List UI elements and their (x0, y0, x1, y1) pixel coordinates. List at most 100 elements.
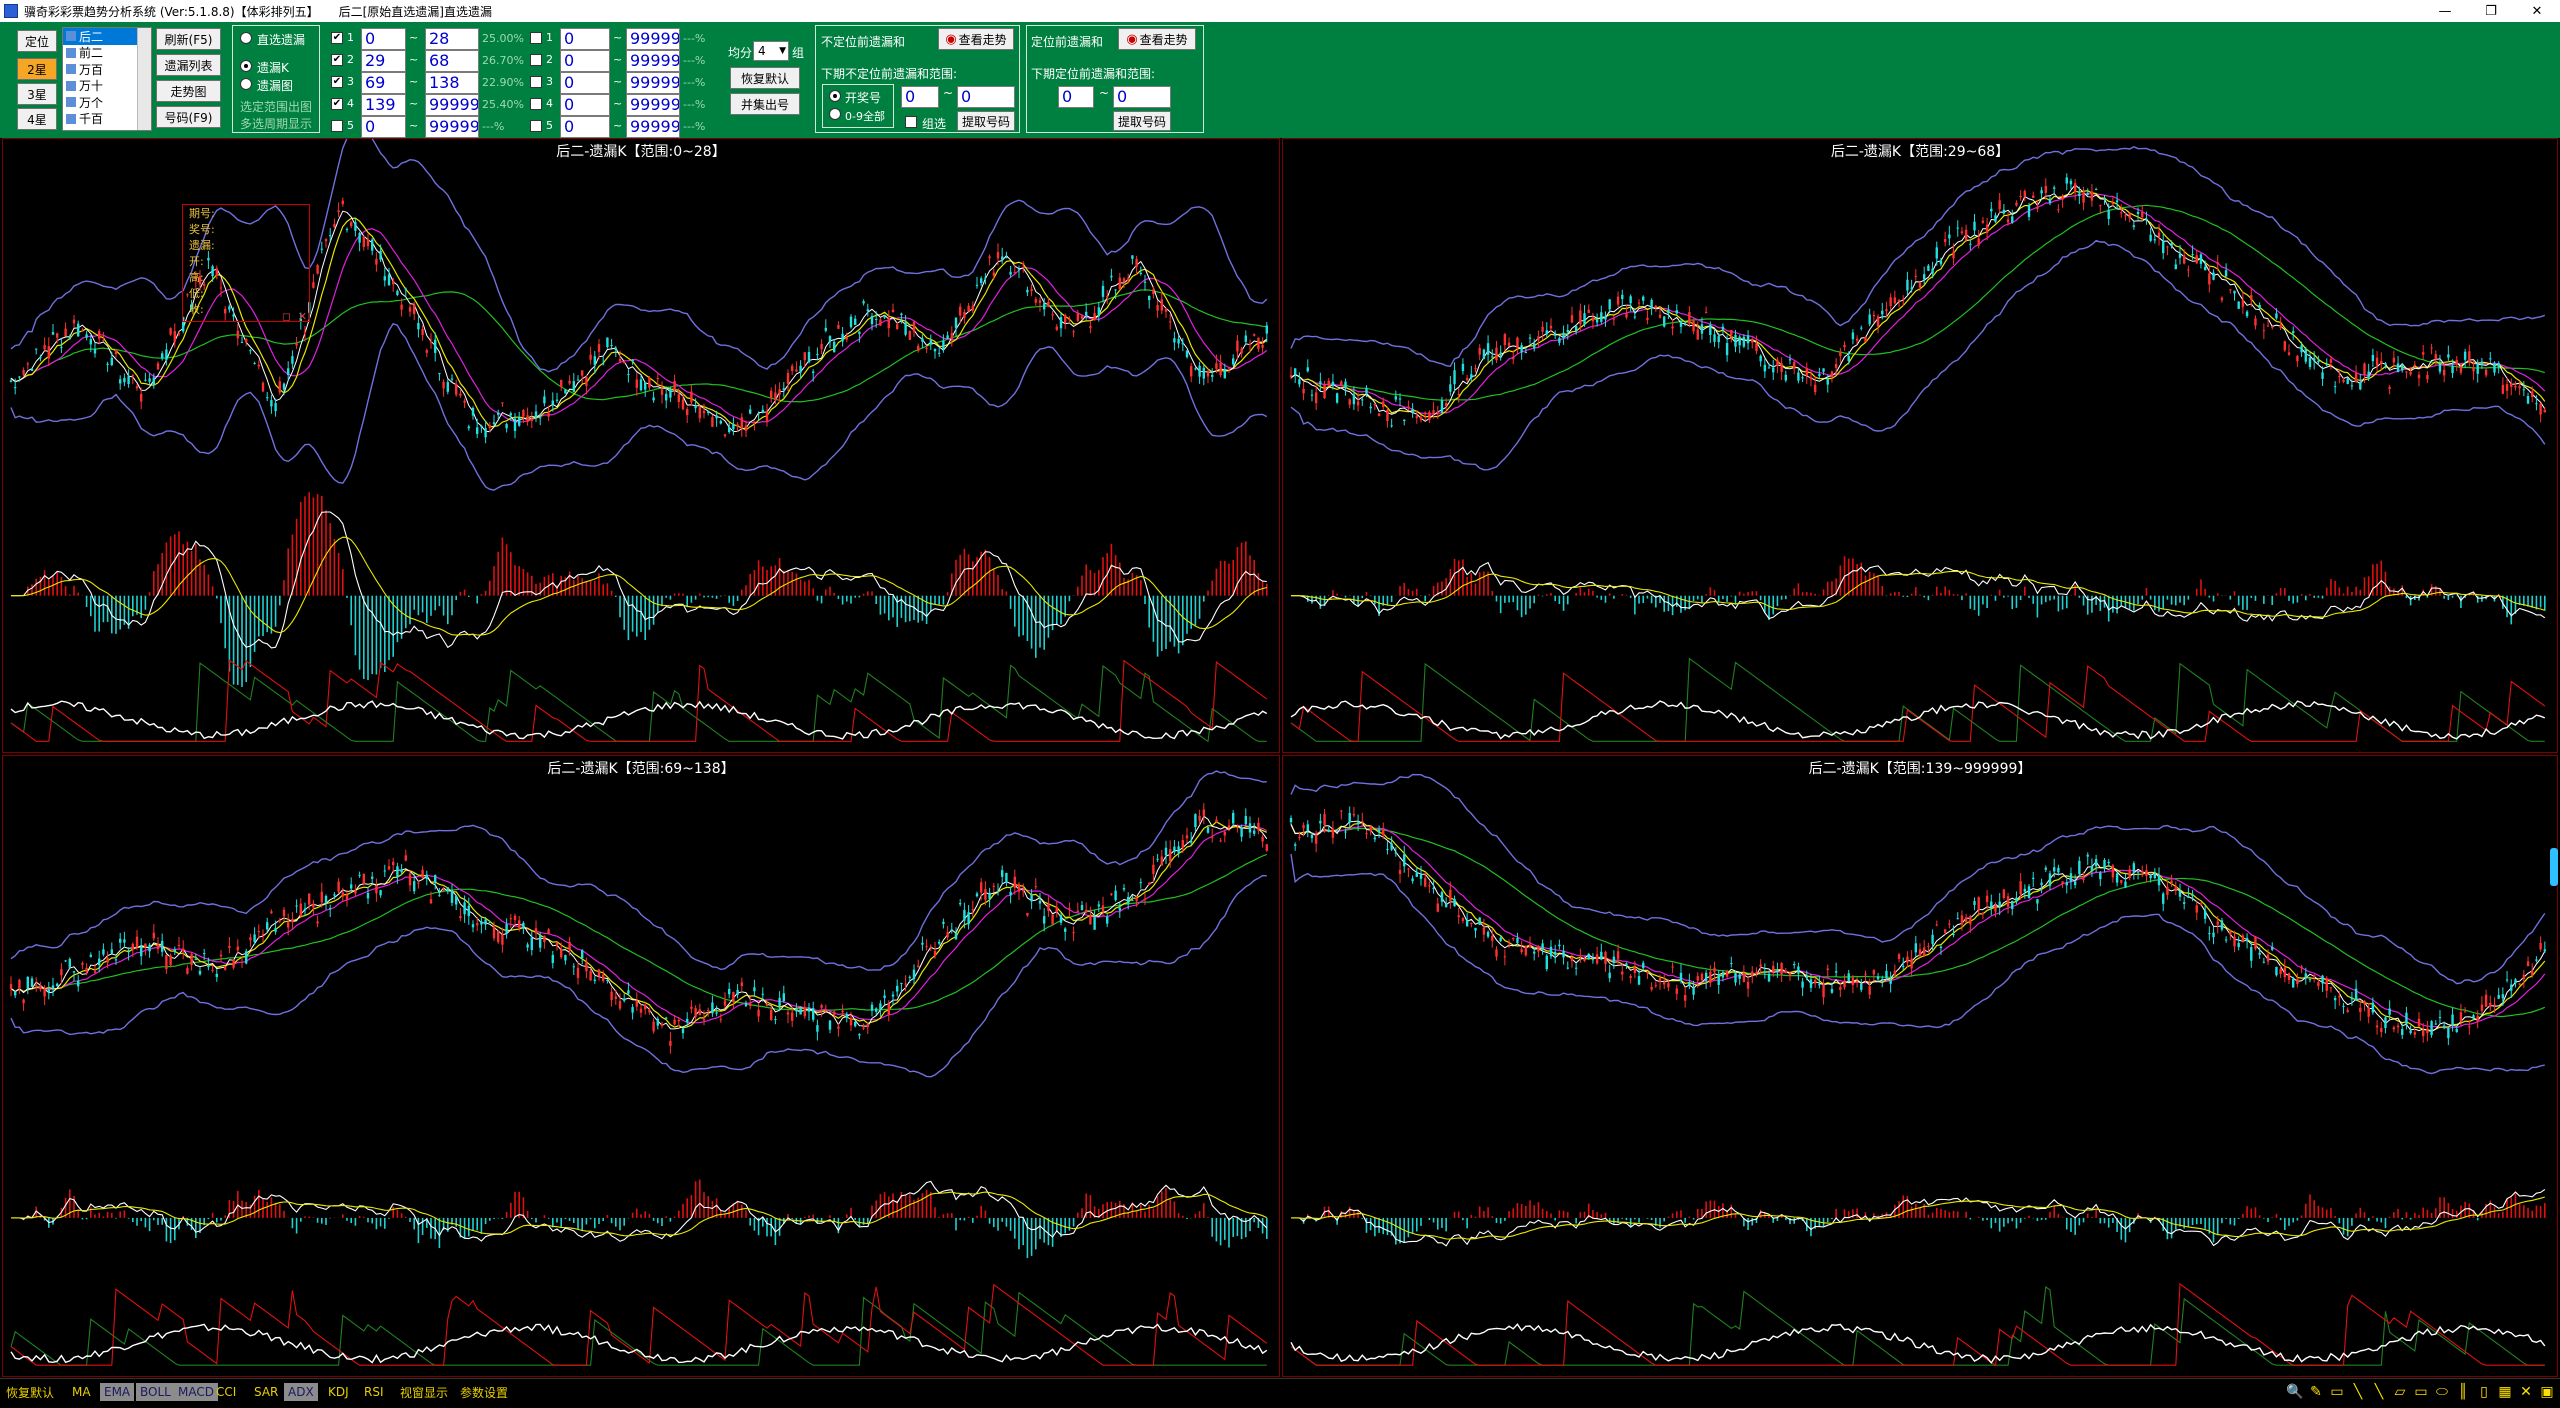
indicator-item[interactable]: RSI (360, 1383, 388, 1401)
draw-tool-icon[interactable]: ▭ (2412, 1383, 2430, 1401)
radio-omit-chart[interactable] (240, 78, 252, 90)
range-filter-from-input[interactable]: 0 (560, 94, 610, 116)
listbox-scrollbar[interactable] (137, 28, 151, 130)
range-to-input[interactable]: 999999 (425, 116, 479, 138)
draw-tool-icon[interactable]: 🔍 (2286, 1383, 2304, 1401)
range-filter-to-input[interactable]: 999999 (626, 116, 680, 138)
range-to-input[interactable]: 68 (425, 50, 479, 72)
range-filter-from-input[interactable]: 0 (560, 28, 610, 50)
indicator-item[interactable]: EMA (100, 1383, 135, 1401)
pin-icon[interactable]: ◻ (282, 310, 291, 323)
unfixed-extract-button[interactable]: 提取号码 (957, 111, 1015, 131)
range-filter-checkbox[interactable] (530, 98, 542, 110)
combo-checkbox[interactable] (905, 116, 917, 128)
indicator-item[interactable]: ADX (284, 1383, 318, 1401)
close-button[interactable]: ✕ (2514, 0, 2560, 22)
draw-tool-icon[interactable]: ╲ (2349, 1383, 2367, 1401)
indicator-item[interactable]: CCI (212, 1383, 240, 1401)
locate-button[interactable]: 定位 (17, 30, 57, 52)
avg-select[interactable]: 4 ▼ (753, 41, 789, 61)
fixed-extract-button[interactable]: 提取号码 (1113, 111, 1171, 131)
chart-canvas[interactable] (1283, 756, 2557, 1376)
fixed-to-input[interactable]: 0 (1113, 86, 1171, 108)
unfixed-view-trend-button[interactable]: ◉ 查看走势 (938, 28, 1014, 50)
range-from-input[interactable]: 0 (361, 28, 406, 50)
radio-direct-omit[interactable] (240, 32, 252, 44)
indicator-item[interactable]: 视窗显示 (396, 1383, 452, 1401)
draw-tool-icon[interactable]: ║ (2454, 1383, 2472, 1401)
chart-panel[interactable]: 后二-遗漏K【范围:69~138】 (2, 755, 1280, 1377)
trend-chart-button[interactable]: 走势图 (156, 80, 221, 102)
range-filter-checkbox[interactable] (530, 54, 542, 66)
chart-canvas[interactable] (3, 756, 1279, 1376)
range-filter-checkbox[interactable] (530, 120, 542, 132)
unfixed-to-input[interactable]: 0 (957, 86, 1015, 108)
position-listbox[interactable]: 后二 前二 万百 万十 万个 千百 (62, 27, 152, 131)
draw-tool-icon[interactable]: ▯ (2475, 1383, 2493, 1401)
candle-body (240, 961, 244, 963)
fixed-view-trend-button[interactable]: ◉ 查看走势 (1118, 28, 1196, 50)
draw-tool-icon[interactable]: ✎ (2307, 1383, 2325, 1401)
draw-tool-icon[interactable]: ▦ (2496, 1383, 2514, 1401)
candle-body (765, 1003, 769, 1006)
range-from-input[interactable]: 0 (361, 116, 406, 138)
indicator-item[interactable]: SAR (250, 1383, 282, 1401)
draw-tool-icon[interactable]: ✕ (2517, 1383, 2535, 1401)
indicator-item[interactable]: 恢复默认 (2, 1383, 58, 1401)
merge-out-button[interactable]: 并集出号 (730, 93, 800, 115)
range-checkbox[interactable]: ✔ (331, 76, 343, 88)
draw-tool-icon[interactable]: ⬭ (2433, 1383, 2451, 1401)
range-to-input[interactable]: 999999 (425, 94, 479, 116)
star-3-button[interactable]: 3星 (17, 83, 57, 105)
number-button[interactable]: 号码(F9) (156, 106, 221, 128)
range-filter-checkbox[interactable] (530, 76, 542, 88)
draw-tool-icon[interactable]: ╲ (2370, 1383, 2388, 1401)
draw-tool-icon[interactable]: ▱ (2391, 1383, 2409, 1401)
radio-omit-k[interactable] (240, 60, 252, 72)
range-filter-from-input[interactable]: 0 (560, 116, 610, 138)
close-icon[interactable]: ✕ (298, 310, 307, 323)
scrollbar-thumb[interactable] (2550, 848, 2558, 886)
candle-body (2002, 209, 2006, 214)
range-from-input[interactable]: 69 (361, 72, 406, 94)
chart-panel[interactable]: 后二-遗漏K【范围:29~68】 (1282, 138, 2558, 753)
chart-canvas[interactable] (1283, 139, 2557, 752)
radio-all-digits[interactable] (829, 108, 841, 120)
range-filter-checkbox[interactable] (530, 32, 542, 44)
restore-button[interactable]: ❐ (2468, 0, 2514, 22)
range-checkbox[interactable] (331, 120, 343, 132)
indicator-item[interactable]: BOLL (136, 1383, 175, 1401)
candle-body (274, 403, 277, 412)
omit-list-button[interactable]: 遗漏列表 (156, 54, 221, 76)
indicator-item[interactable]: 参数设置 (456, 1383, 512, 1401)
range-checkbox[interactable]: ✔ (331, 98, 343, 110)
chart-panel[interactable]: 后二-遗漏K【范围:139~999999】 (1282, 755, 2558, 1377)
range-from-input[interactable]: 139 (361, 94, 406, 116)
candle-body (1646, 971, 1649, 973)
unfixed-from-input[interactable]: 0 (901, 86, 939, 108)
minimize-button[interactable]: — (2422, 0, 2468, 22)
range-checkbox[interactable]: ✔ (331, 32, 343, 44)
range-filter-to-input[interactable]: 999999 (626, 28, 680, 50)
star-2-button[interactable]: 2星 (17, 58, 57, 80)
restore-default-button[interactable]: 恢复默认 (730, 67, 800, 89)
refresh-button[interactable]: 刷新(F5) (156, 28, 221, 50)
range-checkbox[interactable]: ✔ (331, 54, 343, 66)
range-filter-from-input[interactable]: 0 (560, 72, 610, 94)
range-filter-from-input[interactable]: 0 (560, 50, 610, 72)
candle-body (1910, 287, 1913, 289)
draw-tool-icon[interactable]: ▣ (2538, 1383, 2556, 1401)
range-filter-to-input[interactable]: 999999 (626, 94, 680, 116)
fixed-from-input[interactable]: 0 (1058, 86, 1094, 108)
radio-open-number[interactable] (829, 90, 841, 102)
candle-body (2258, 305, 2261, 309)
indicator-item[interactable]: KDJ (324, 1383, 353, 1401)
range-to-input[interactable]: 138 (425, 72, 479, 94)
draw-tool-icon[interactable]: ▭ (2328, 1383, 2346, 1401)
range-from-input[interactable]: 29 (361, 50, 406, 72)
star-4-button[interactable]: 4星 (17, 108, 57, 130)
range-filter-to-input[interactable]: 999999 (626, 50, 680, 72)
range-filter-to-input[interactable]: 999999 (626, 72, 680, 94)
indicator-item[interactable]: MA (68, 1383, 95, 1401)
range-to-input[interactable]: 28 (425, 28, 479, 50)
